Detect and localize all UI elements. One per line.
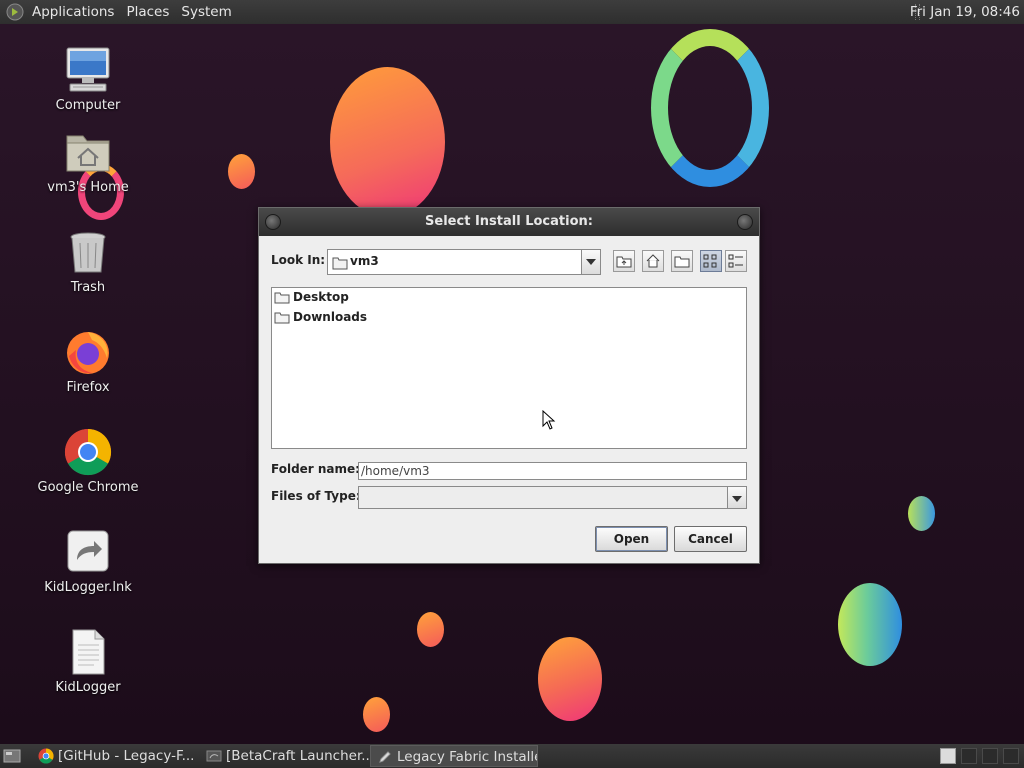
applications-menu[interactable]: Applications bbox=[26, 0, 120, 24]
taskbar-item-legacy-fabric[interactable]: Legacy Fabric Installer bbox=[370, 745, 538, 767]
taskbar-item-label: Legacy Fabric Installer bbox=[397, 749, 538, 765]
look-in-value: vm3 bbox=[350, 254, 379, 268]
top-panel: Applications Places System Fri Jan 19, 0… bbox=[0, 0, 1024, 24]
files-of-type-label: Files of Type: bbox=[271, 489, 361, 503]
taskbar-item-label: [GitHub - Legacy-F... bbox=[58, 748, 195, 764]
computer-icon bbox=[64, 46, 112, 94]
desktop-icon-trash[interactable]: Trash bbox=[28, 228, 148, 295]
new-folder-button[interactable] bbox=[671, 250, 693, 272]
file-name: Downloads bbox=[293, 310, 368, 324]
folder-icon bbox=[274, 292, 290, 304]
wallpaper-bubble bbox=[417, 612, 444, 647]
trash-icon bbox=[64, 228, 112, 276]
gnome-foot-icon[interactable] bbox=[6, 3, 24, 21]
java-icon bbox=[206, 750, 222, 762]
open-button[interactable]: Open bbox=[595, 526, 668, 552]
folder-name-field[interactable]: /home/vm3 bbox=[358, 462, 747, 480]
folder-icon bbox=[274, 312, 290, 324]
desktop-icon-label: KidLogger bbox=[55, 680, 121, 695]
clock[interactable]: Fri Jan 19, 08:46 bbox=[910, 0, 1020, 24]
look-in-combobox[interactable]: vm3 bbox=[327, 249, 601, 275]
look-in-label: Look In: bbox=[271, 253, 326, 267]
text-file-icon bbox=[64, 628, 112, 676]
list-view-button[interactable] bbox=[700, 250, 722, 272]
chrome-icon bbox=[64, 428, 112, 476]
list-view-icon bbox=[703, 254, 717, 268]
bottom-panel: [GitHub - Legacy-F... [BetaCraft Launche… bbox=[0, 744, 1024, 768]
taskbar-item-label: [BetaCraft Launcher... bbox=[226, 748, 370, 764]
file-list[interactable]: Desktop Downloads bbox=[271, 287, 747, 449]
wallpaper-bubble bbox=[908, 496, 935, 531]
new-folder-icon bbox=[674, 256, 690, 268]
taskbar-item-betacraft[interactable]: [BetaCraft Launcher... bbox=[200, 745, 370, 767]
details-view-button[interactable] bbox=[725, 250, 747, 272]
pencil-icon bbox=[379, 751, 391, 763]
workspace-2[interactable] bbox=[961, 748, 977, 764]
window-close-button[interactable] bbox=[737, 214, 753, 230]
shortcut-icon bbox=[64, 528, 112, 576]
files-of-type-combobox[interactable] bbox=[358, 486, 747, 509]
wallpaper-ring bbox=[651, 29, 769, 187]
wallpaper-bubble bbox=[363, 697, 390, 732]
show-desktop-icon[interactable] bbox=[3, 748, 21, 764]
chevron-down-icon[interactable] bbox=[581, 250, 600, 274]
desktop-icon-kidlogger-lnk[interactable]: KidLogger.lnk bbox=[28, 528, 148, 595]
folder-name-label: Folder name: bbox=[271, 462, 360, 476]
firefox-icon bbox=[64, 328, 112, 376]
desktop-icon-home[interactable]: vm3's Home bbox=[28, 128, 148, 195]
up-folder-button[interactable] bbox=[613, 250, 635, 272]
workspace-4[interactable] bbox=[1003, 748, 1019, 764]
desktop-icon-label: vm3's Home bbox=[47, 180, 129, 195]
places-menu[interactable]: Places bbox=[120, 0, 175, 24]
desktop-icon-label: KidLogger.lnk bbox=[44, 580, 132, 595]
dialog-titlebar[interactable]: Select Install Location: bbox=[259, 208, 759, 236]
wallpaper-bubble bbox=[538, 637, 602, 721]
cancel-button[interactable]: Cancel bbox=[674, 526, 747, 552]
desktop-icon-label: Google Chrome bbox=[37, 480, 139, 495]
desktop-icon-firefox[interactable]: Firefox bbox=[28, 328, 148, 395]
chrome-icon bbox=[38, 748, 54, 764]
desktop-icon-kidlogger[interactable]: KidLogger bbox=[28, 628, 148, 695]
window-menu-button[interactable] bbox=[265, 214, 281, 230]
desktop-icon-label: Firefox bbox=[66, 380, 110, 395]
desktop-icon-label: Trash bbox=[70, 280, 106, 295]
workspace-1[interactable] bbox=[940, 748, 956, 764]
desktop-icon-chrome[interactable]: Google Chrome bbox=[28, 428, 148, 495]
dialog-title: Select Install Location: bbox=[425, 214, 593, 229]
system-menu[interactable]: System bbox=[175, 0, 237, 24]
home-folder-icon bbox=[64, 128, 112, 176]
select-install-location-dialog: Select Install Location: Look In: vm3 De… bbox=[258, 207, 760, 564]
up-folder-icon bbox=[616, 256, 632, 268]
wallpaper-bubble bbox=[838, 583, 902, 666]
wallpaper-bubble bbox=[330, 67, 445, 217]
taskbar-item-github[interactable]: [GitHub - Legacy-F... bbox=[32, 745, 200, 767]
desktop-icon-computer[interactable]: Computer bbox=[28, 46, 148, 113]
file-name: Desktop bbox=[293, 290, 349, 304]
home-button[interactable] bbox=[642, 250, 664, 272]
wallpaper-bubble bbox=[228, 154, 255, 189]
details-view-icon bbox=[728, 254, 743, 268]
workspace-3[interactable] bbox=[982, 748, 998, 764]
mouse-cursor-icon bbox=[542, 410, 556, 430]
chevron-down-icon[interactable] bbox=[727, 487, 746, 508]
desktop-icon-label: Computer bbox=[55, 98, 121, 113]
folder-icon bbox=[332, 257, 348, 270]
home-icon bbox=[646, 254, 660, 268]
